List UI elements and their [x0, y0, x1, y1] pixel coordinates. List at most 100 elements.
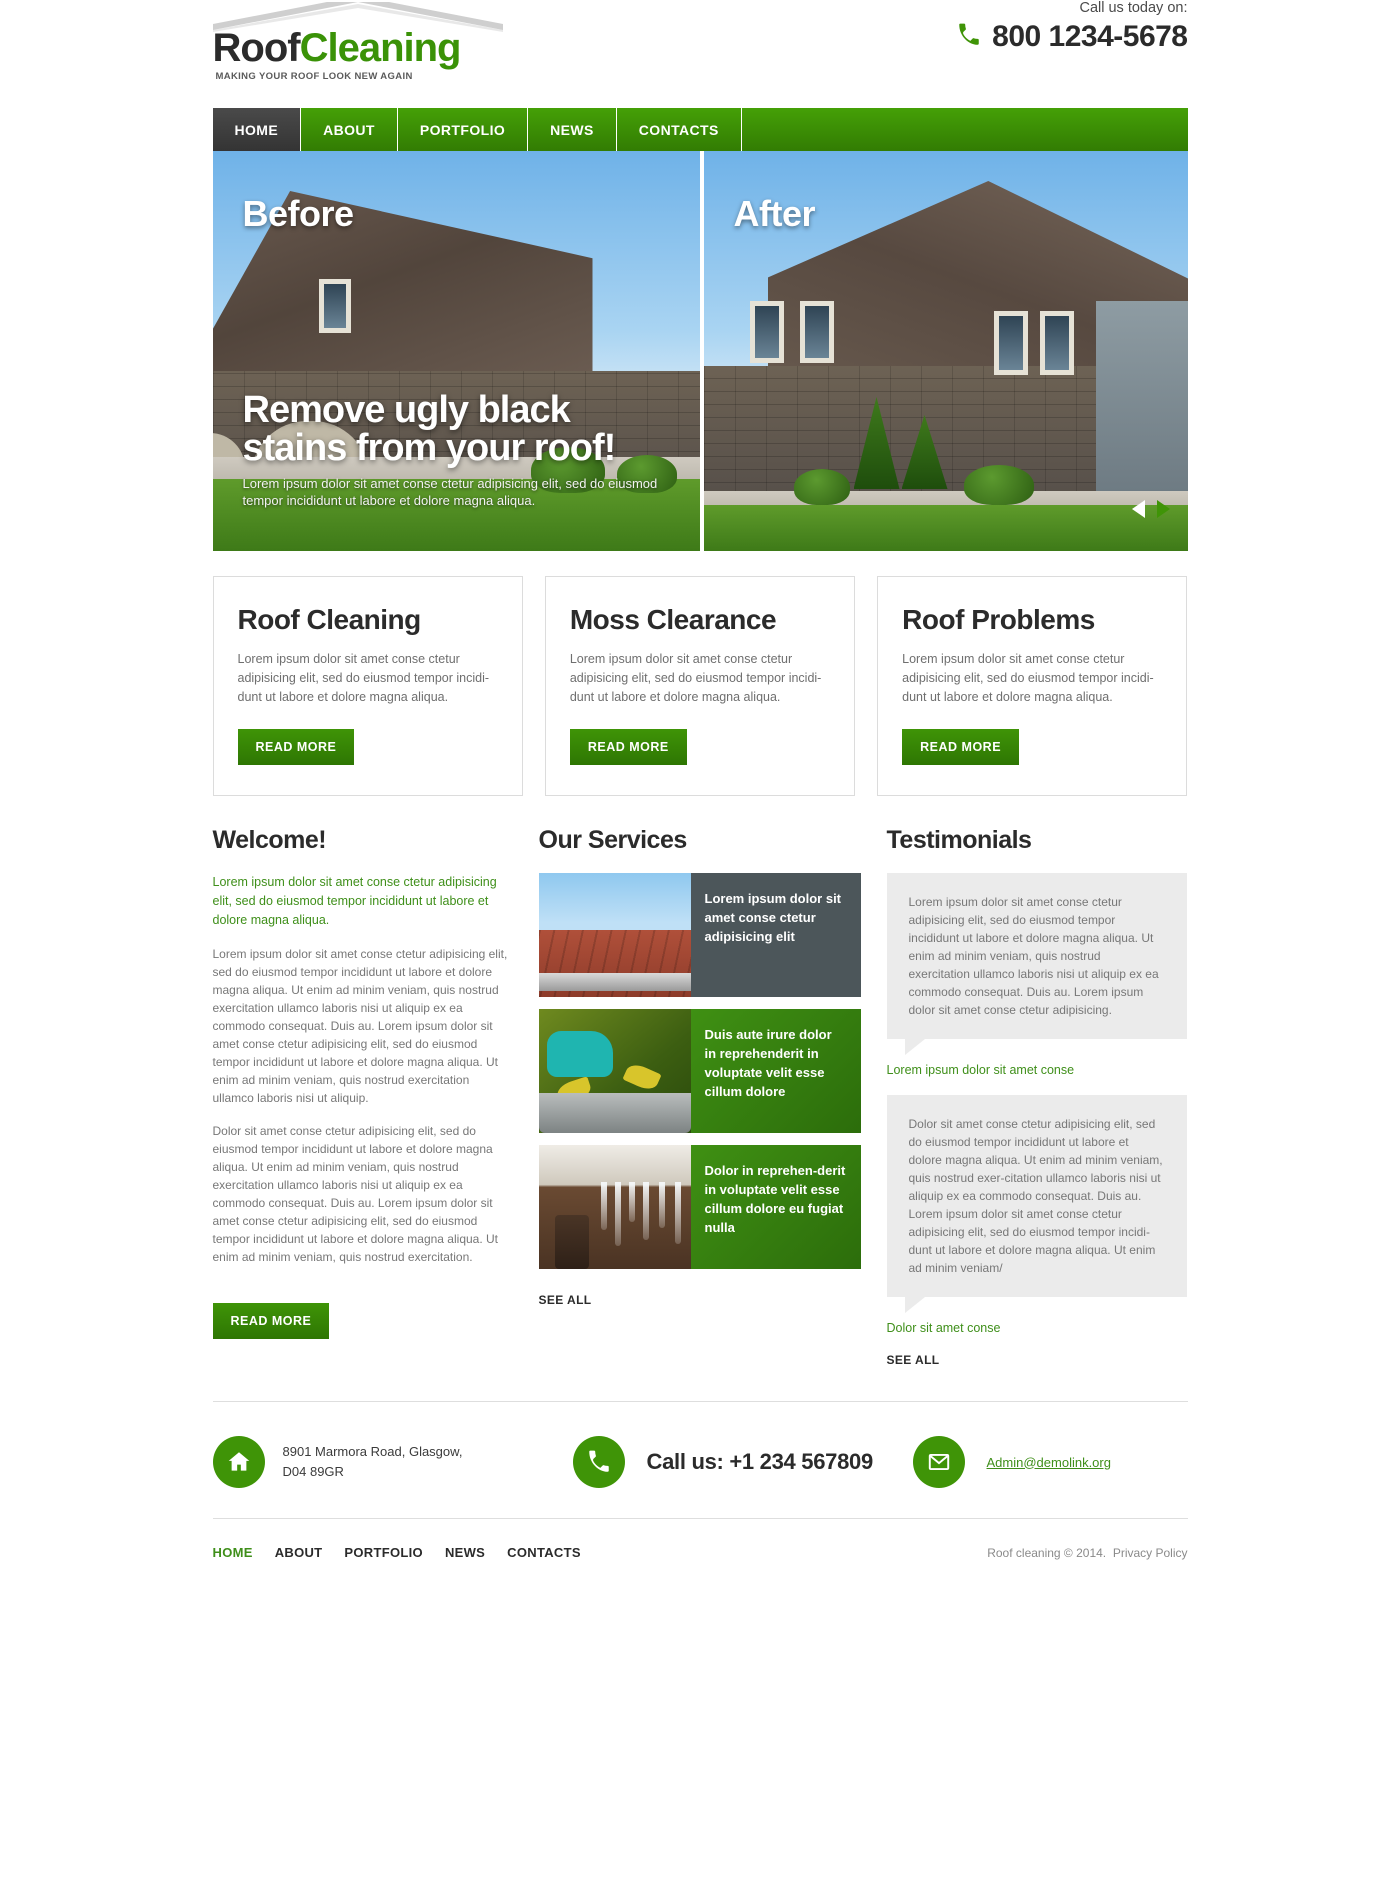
nav-filler	[741, 108, 1188, 151]
downspout-shape	[554, 1215, 589, 1269]
testimonial-tail-1	[904, 1039, 925, 1055]
testimonials-see-all-link[interactable]: SEE ALL	[887, 1353, 1187, 1367]
contact-phone-text[interactable]: Call us: +1 234 567809	[647, 1449, 874, 1475]
services-column: Our Services Lorem ipsum dolor sit amet …	[538, 826, 861, 1367]
nav-item-home[interactable]: HOME	[212, 108, 302, 151]
contact-phone: Call us: +1 234 567809	[572, 1436, 913, 1488]
nav-label-news: NEWS	[550, 121, 594, 138]
phone-icon	[956, 22, 982, 53]
feature-text: Lorem ipsum dolor sit amet conse ctetur …	[569, 652, 822, 704]
nav-item-portfolio[interactable]: PORTFOLIO	[397, 108, 529, 151]
footer-link-contacts[interactable]: CONTACTS	[507, 1545, 581, 1560]
nav-label-portfolio: PORTFOLIO	[419, 121, 506, 138]
read-more-button-roof-problems[interactable]: READ MORE	[902, 729, 1020, 765]
next-arrow-icon[interactable]	[1156, 500, 1170, 523]
site-footer: HOME ABOUT PORTFOLIO NEWS CONTACTS Roof …	[212, 1518, 1188, 1600]
after-shrub-2	[963, 465, 1034, 505]
read-more-button-roof-cleaning[interactable]: READ MORE	[237, 729, 355, 765]
nav-item-news[interactable]: NEWS	[528, 108, 617, 151]
testimonial-author-2[interactable]: Dolor sit amet conse	[887, 1321, 1001, 1335]
feature-title: Roof Problems	[902, 604, 1095, 635]
service-caption-3: Dolor in reprehen-derit in voluptate vel…	[690, 1145, 861, 1269]
icicle-5	[658, 1182, 665, 1229]
testimonial-quote-2: Dolor sit amet conse ctetur adipisicing …	[908, 1117, 1163, 1275]
service-image-1	[538, 873, 691, 997]
privacy-policy-link[interactable]: Privacy Policy	[1113, 1546, 1188, 1560]
logo-tagline: MAKING YOUR ROOF LOOK NEW AGAIN	[215, 71, 413, 82]
prev-arrow-icon[interactable]	[1131, 500, 1145, 523]
footer-link-news[interactable]: NEWS	[445, 1545, 485, 1560]
footer-navigation: HOME ABOUT PORTFOLIO NEWS CONTACTS	[213, 1545, 581, 1560]
feature-text: Lorem ipsum dolor sit amet conse ctetur …	[902, 652, 1154, 704]
nav-item-about[interactable]: ABOUT	[301, 108, 398, 151]
testimonials-column: Testimonials Lorem ipsum dolor sit amet …	[886, 826, 1187, 1367]
nav-label-contacts: CONTACTS	[638, 121, 719, 138]
testimonial-1: Lorem ipsum dolor sit amet conse ctetur …	[886, 873, 1187, 1039]
testimonials-title: Testimonials	[886, 826, 1032, 854]
header-call-block: Call us today on: 800 1234-5678	[956, 0, 1188, 54]
after-shrub-1	[793, 469, 850, 505]
address-line-1: 8901 Marmora Road, Glasgow,	[282, 1444, 463, 1459]
address-line-2: D04 89GR	[282, 1464, 344, 1479]
footer-link-portfolio[interactable]: PORTFOLIO	[344, 1545, 423, 1560]
welcome-title: Welcome!	[212, 826, 327, 854]
icicle-6	[674, 1182, 681, 1245]
after-side-wall	[1095, 301, 1188, 497]
feature-box-roof-problems: Roof Problems Lorem ipsum dolor sit amet…	[877, 576, 1188, 796]
hero-caption: Remove ugly black stains from your roof!…	[243, 391, 683, 509]
service-caption-2: Duis aute irure dolor in reprehenderit i…	[690, 1009, 861, 1133]
site-header: RoofCleaning MAKING YOUR ROOF LOOK NEW A…	[212, 0, 1188, 108]
services-title: Our Services	[538, 826, 688, 854]
hero-headline-line2: stains from your roof!	[242, 427, 617, 469]
icicle-4	[642, 1182, 649, 1241]
content-columns: Welcome! Lorem ipsum dolor sit amet cons…	[212, 826, 1188, 1367]
icicle-3	[628, 1182, 635, 1223]
read-more-button-welcome[interactable]: READ MORE	[212, 1303, 330, 1339]
welcome-paragraph-1: Lorem ipsum dolor sit amet conse ctetur …	[212, 947, 508, 1105]
glove-shape	[546, 1031, 613, 1077]
logo-roof-shape	[212, 2, 503, 32]
contact-strip: 8901 Marmora Road, Glasgow, D04 89GR Cal…	[212, 1402, 1188, 1518]
service-item-2[interactable]: Duis aute irure dolor in reprehenderit i…	[538, 1009, 861, 1133]
slide-label-after: After	[733, 193, 816, 234]
contact-email: Admin@demolink.org	[912, 1436, 1111, 1488]
icicle-1	[600, 1182, 607, 1231]
testimonial-2: Dolor sit amet conse ctetur adipisicing …	[886, 1095, 1187, 1297]
read-more-button-moss-clearance[interactable]: READ MORE	[569, 729, 687, 765]
copyright-text: Roof cleaning © 2014.	[987, 1545, 1107, 1560]
feature-text: Lorem ipsum dolor sit amet conse ctetur …	[237, 652, 490, 704]
testimonial-quote-1: Lorem ipsum dolor sit amet conse ctetur …	[908, 895, 1159, 1017]
service-item-3[interactable]: Dolor in reprehen-derit in voluptate vel…	[538, 1145, 861, 1269]
contact-email-link[interactable]: Admin@demolink.org	[987, 1455, 1111, 1470]
after-window-2	[799, 301, 834, 363]
logo-word-cleaning: Cleaning	[299, 26, 462, 70]
feature-box-moss-clearance: Moss Clearance Lorem ipsum dolor sit ame…	[544, 576, 856, 796]
nav-item-contacts[interactable]: CONTACTS	[616, 108, 742, 151]
footer-link-about[interactable]: ABOUT	[275, 1545, 323, 1560]
feature-title: Moss Clearance	[569, 604, 777, 635]
contact-address: 8901 Marmora Road, Glasgow, D04 89GR	[212, 1436, 573, 1488]
footer-copyright: Roof cleaning © 2014. Privacy Policy	[987, 1546, 1187, 1560]
welcome-paragraph-2: Dolor sit amet conse ctetur adipisicing …	[212, 1124, 499, 1264]
gutter-trough-shape	[538, 1093, 691, 1133]
feature-title: Roof Cleaning	[237, 604, 422, 635]
welcome-column: Welcome! Lorem ipsum dolor sit amet cons…	[212, 826, 513, 1367]
footer-link-home[interactable]: HOME	[213, 1545, 253, 1560]
service-item-1[interactable]: Lorem ipsum dolor sit amet conse ctetur …	[538, 873, 861, 997]
testimonial-tail-2	[904, 1297, 925, 1313]
hero-headline-line1: Remove ugly black	[242, 389, 571, 431]
after-window-1	[749, 301, 784, 363]
service-image-2	[538, 1009, 691, 1133]
header-phone-number[interactable]: 800 1234-5678	[992, 20, 1188, 54]
testimonial-author-1[interactable]: Lorem ipsum dolor sit amet conse	[887, 1063, 1075, 1077]
home-icon	[212, 1436, 265, 1488]
after-lawn	[703, 505, 1188, 551]
service-caption-1: Lorem ipsum dolor sit amet conse ctetur …	[690, 873, 861, 997]
services-see-all-link[interactable]: SEE ALL	[539, 1293, 592, 1307]
envelope-icon	[912, 1436, 965, 1488]
page-root: RoofCleaning MAKING YOUR ROOF LOOK NEW A…	[0, 0, 1400, 1893]
phone-icon	[572, 1436, 625, 1488]
feature-boxes: Roof Cleaning Lorem ipsum dolor sit amet…	[212, 576, 1188, 796]
welcome-lead: Lorem ipsum dolor sit amet conse ctetur …	[212, 875, 497, 927]
site-logo[interactable]: RoofCleaning MAKING YOUR ROOF LOOK NEW A…	[212, 2, 503, 82]
